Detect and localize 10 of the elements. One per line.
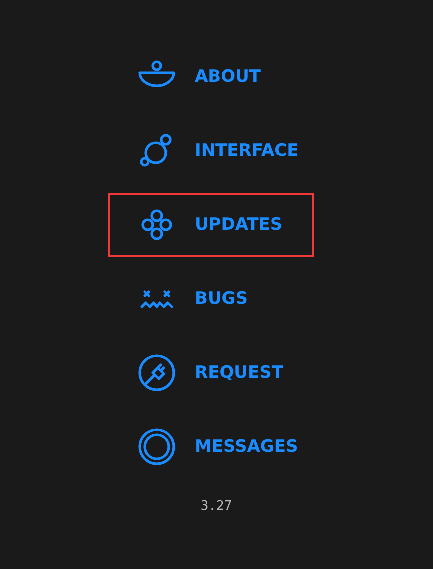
dizzy-face-icon bbox=[140, 290, 174, 308]
version-label: 3.27 bbox=[200, 499, 232, 514]
menu-item[interactable]: BUGS bbox=[108, 267, 314, 331]
plug-icon bbox=[137, 353, 177, 393]
menu-item[interactable]: ABOUT bbox=[108, 45, 314, 109]
menu-item[interactable]: MESSAGES bbox=[108, 415, 314, 479]
menu-item[interactable]: INTERFACE bbox=[108, 119, 314, 183]
menu-item[interactable]: UPDATES bbox=[108, 193, 314, 257]
ring-icon bbox=[137, 427, 177, 467]
menu-item[interactable]: REQUEST bbox=[108, 341, 314, 405]
